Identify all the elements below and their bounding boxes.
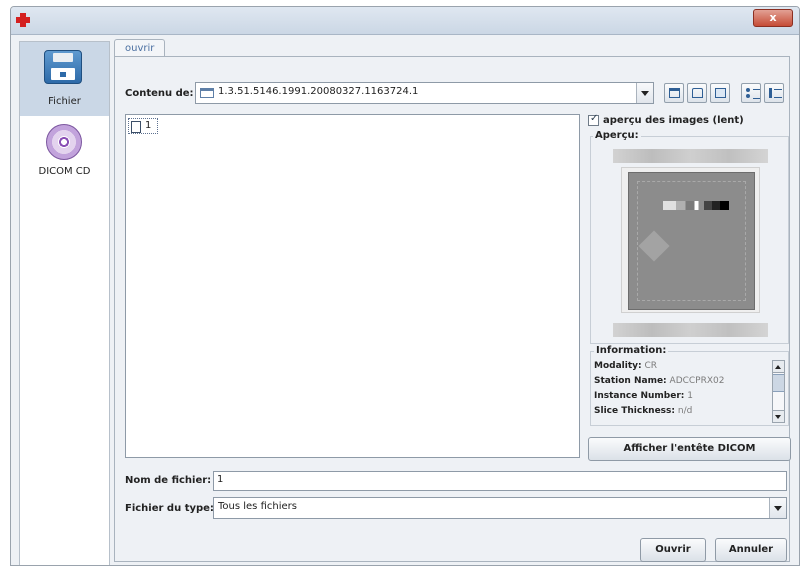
file-chooser-window: x Fichier DICOM CD ouvrir Contenu de: 1.… bbox=[10, 6, 800, 566]
red-cross-icon bbox=[15, 12, 31, 28]
up-folder-icon bbox=[669, 88, 680, 98]
list-item[interactable]: 1 bbox=[128, 118, 158, 134]
information-box: Information: Modality: CR Station Name: … bbox=[590, 345, 789, 426]
home-button[interactable] bbox=[687, 83, 707, 103]
preview-panel: aperçu des images (lent) Aperçu: Informa… bbox=[586, 113, 789, 427]
up-folder-button[interactable] bbox=[664, 83, 684, 103]
sidebar-item-label: Fichier bbox=[48, 96, 81, 107]
filetype-label: Fichier du type: bbox=[125, 503, 214, 514]
info-line-slice: Slice Thickness: n/d bbox=[594, 406, 692, 416]
chevron-down-icon[interactable] bbox=[636, 83, 653, 103]
information-title: Information: bbox=[594, 345, 669, 356]
close-button[interactable]: x bbox=[753, 9, 793, 27]
info-key: Station Name: bbox=[594, 376, 667, 386]
home-icon bbox=[692, 88, 703, 98]
sidebar-item-fichier[interactable]: Fichier bbox=[20, 42, 109, 116]
scrollbar-thumb[interactable] bbox=[773, 374, 784, 392]
file-list[interactable]: 1 bbox=[125, 114, 580, 458]
info-key: Slice Thickness: bbox=[594, 406, 675, 416]
preview-strip-top bbox=[613, 149, 768, 163]
filetype-select[interactable]: Tous les fichiers bbox=[213, 497, 787, 519]
preview-box: Aperçu: bbox=[590, 130, 789, 344]
filetype-value: Tous les fichiers bbox=[218, 501, 297, 512]
preview-strip-bottom bbox=[613, 323, 768, 337]
information-scrollbar[interactable] bbox=[772, 360, 785, 423]
lookin-value: 1.3.51.5146.1991.20080327.1163724.1 bbox=[218, 86, 419, 97]
details-view-icon bbox=[769, 88, 782, 98]
sidebar: Fichier DICOM CD bbox=[19, 41, 110, 565]
lookin-combobox[interactable]: 1.3.51.5146.1991.20080327.1163724.1 bbox=[195, 82, 654, 104]
list-view-icon bbox=[746, 88, 760, 99]
info-key: Modality: bbox=[594, 361, 642, 371]
open-button[interactable]: Ouvrir bbox=[640, 538, 706, 562]
cd-disc-icon bbox=[46, 124, 82, 160]
info-key: Instance Number: bbox=[594, 391, 685, 401]
file-icon bbox=[131, 121, 141, 133]
info-value: n/d bbox=[677, 406, 693, 416]
info-value: 1 bbox=[687, 391, 693, 401]
new-folder-icon bbox=[715, 88, 726, 98]
lookin-label: Contenu de: bbox=[125, 88, 194, 99]
sidebar-item-dicom-cd[interactable]: DICOM CD bbox=[20, 116, 109, 190]
tab-bar: ouvrir bbox=[114, 37, 790, 59]
show-dicom-header-button[interactable]: Afficher l'entête DICOM bbox=[588, 437, 791, 461]
dicom-thumbnail bbox=[628, 172, 755, 310]
scroll-up-icon[interactable] bbox=[773, 361, 784, 373]
cancel-button[interactable]: Annuler bbox=[715, 538, 787, 562]
floppy-disk-icon bbox=[44, 50, 82, 84]
preview-image bbox=[621, 167, 760, 313]
chevron-down-icon[interactable] bbox=[769, 498, 786, 518]
preview-title: Aperçu: bbox=[593, 130, 641, 141]
list-view-button[interactable] bbox=[741, 83, 761, 103]
new-folder-button[interactable] bbox=[710, 83, 730, 103]
filename-label: Nom de fichier: bbox=[125, 475, 212, 486]
open-panel: Contenu de: 1.3.51.5146.1991.20080327.11… bbox=[114, 56, 791, 562]
scroll-down-icon[interactable] bbox=[773, 410, 784, 422]
filename-field[interactable]: 1 bbox=[213, 471, 787, 491]
file-name: 1 bbox=[145, 120, 152, 131]
folder-icon bbox=[200, 88, 214, 98]
title-bar: x bbox=[11, 7, 799, 35]
preview-checkbox-label[interactable]: aperçu des images (lent) bbox=[603, 115, 744, 126]
info-value: ADCCPRX02 bbox=[669, 376, 725, 386]
info-line-instance: Instance Number: 1 bbox=[594, 391, 693, 401]
preview-checkbox[interactable] bbox=[588, 113, 599, 126]
info-line-station: Station Name: ADCCPRX02 bbox=[594, 376, 725, 386]
info-value: CR bbox=[644, 361, 658, 371]
sidebar-item-label: DICOM CD bbox=[38, 166, 91, 177]
info-line-modality: Modality: CR bbox=[594, 361, 657, 371]
details-view-button[interactable] bbox=[764, 83, 784, 103]
filename-value: 1 bbox=[217, 474, 224, 485]
